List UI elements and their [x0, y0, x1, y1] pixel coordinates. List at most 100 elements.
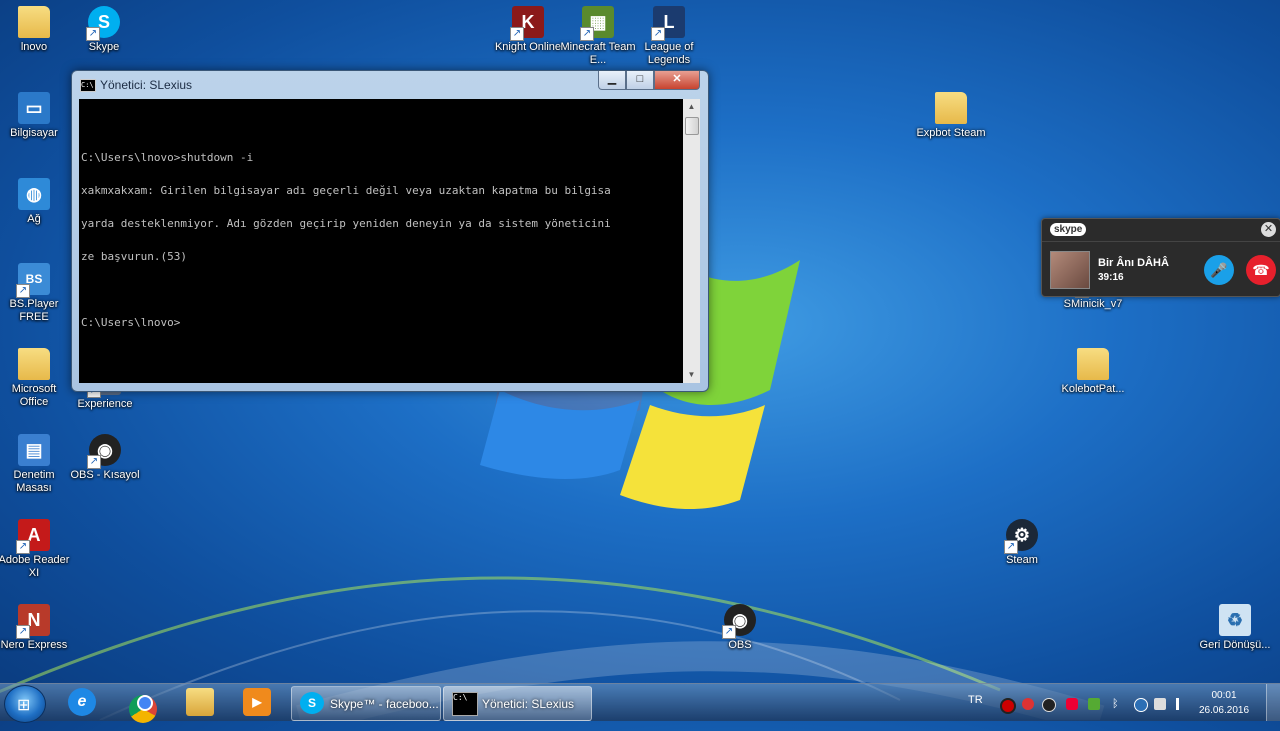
desktop-icon-nero[interactable]: NNero Express: [0, 604, 72, 652]
desktop-icon-label: Adobe Reader XI: [0, 554, 70, 579]
console-line: yarda desteklenmiyor. Adı gözden geçirip…: [81, 217, 611, 230]
desktop-icon-obs[interactable]: ◉OBS - Kısayol: [67, 434, 143, 482]
obs-icon: ◉: [87, 434, 121, 469]
cmd-window[interactable]: C:\ Yönetici: SLexius ▁ □ ✕ C:\Users\lno…: [71, 70, 709, 392]
desktop-icon-recycle[interactable]: ♻ Geri Dönüşü...: [1197, 604, 1273, 652]
signal-icon[interactable]: [1176, 698, 1191, 710]
scroll-thumb[interactable]: [685, 117, 699, 135]
desktop-icon-folder[interactable]: lnovo: [0, 6, 72, 54]
console-line: C:\Users\lnovo>: [81, 316, 181, 329]
tray-app-icon[interactable]: [1066, 698, 1078, 710]
desktop-icon-folder[interactable]: Microsoft Office: [0, 348, 72, 409]
desktop-icon-label: lnovo: [20, 41, 48, 53]
start-button[interactable]: ⊞: [4, 685, 46, 723]
skype-icon: S: [86, 6, 120, 41]
desktop-icon-bsplayer[interactable]: BSBS.Player FREE: [0, 263, 72, 324]
task-label: Skype™ - faceboo...: [330, 697, 439, 711]
maximize-button[interactable]: □: [626, 71, 654, 90]
desktop-icon-label: OBS - Kısayol: [70, 469, 140, 481]
task-skype[interactable]: S Skype™ - faceboo...: [291, 686, 441, 721]
explorer-button[interactable]: [176, 687, 224, 719]
folder-icon: [186, 688, 214, 716]
show-desktop-button[interactable]: [1266, 684, 1280, 721]
console-line: xakmxakxam: Girilen bilgisayar adı geçer…: [81, 184, 611, 197]
desktop-icon-skype[interactable]: SSkype: [66, 6, 142, 54]
nvidia-icon[interactable]: [1088, 698, 1100, 710]
network-icon: ◍: [18, 178, 50, 210]
contact-name: Bir Ânı DÂHÂ: [1098, 257, 1169, 269]
desktop-icon-folder[interactable]: KolebotPat...: [1055, 348, 1131, 396]
desktop-icon-label: Denetim Masası: [13, 469, 55, 494]
folder-icon: [18, 348, 50, 380]
scroll-up-icon[interactable]: ▲: [683, 99, 700, 115]
record-icon[interactable]: [1000, 698, 1016, 714]
scroll-down-icon[interactable]: ▼: [683, 367, 700, 383]
chrome-button[interactable]: [119, 687, 167, 723]
minimize-button[interactable]: ▁: [598, 71, 626, 90]
task-cmd[interactable]: C:\ Yönetici: SLexius: [443, 686, 592, 721]
media-player-button[interactable]: ▶: [233, 687, 281, 719]
desktop-icon-lol[interactable]: LLeague of Legends: [631, 6, 707, 67]
lol-icon: L: [651, 6, 685, 41]
call-duration: 39:16: [1098, 272, 1124, 283]
clock[interactable]: 00:01 26.06.2016: [1194, 688, 1254, 718]
windows-icon: ⊞: [17, 697, 31, 714]
desktop-icon-computer[interactable]: ▭ Bilgisayar: [0, 92, 72, 140]
desktop-icon-label: Ağ: [27, 213, 41, 225]
hang-up-button[interactable]: ☎: [1246, 255, 1276, 285]
avatar: [1050, 251, 1090, 289]
desktop-icon-adobe[interactable]: AAdobe Reader XI: [0, 519, 72, 580]
skype-call-widget[interactable]: skype ✕ Bir Ânı DÂHÂ 39:16 🎤 ☎: [1041, 218, 1280, 297]
skype-logo: skype: [1050, 223, 1087, 236]
desktop-icon-label: Bilgisayar: [10, 127, 58, 139]
desktop-icon-label: Steam: [1006, 554, 1038, 566]
close-icon[interactable]: ✕: [1261, 222, 1276, 237]
steam-tray-icon[interactable]: [1042, 698, 1056, 712]
language-indicator[interactable]: TR: [968, 694, 983, 731]
clock-date: 26.06.2016: [1198, 705, 1250, 716]
tray-app-icon[interactable]: [1134, 698, 1148, 712]
steam-icon: ⚙: [1004, 519, 1038, 554]
desktop-icon-label: OBS: [728, 639, 752, 651]
desktop-icon-obs[interactable]: ◉OBS: [702, 604, 778, 652]
desktop-icon-label: League of Legends: [644, 41, 694, 66]
task-label: Yönetici: SLexius: [482, 697, 575, 711]
close-button[interactable]: ✕: [654, 71, 700, 90]
obs-icon: ◉: [722, 604, 756, 639]
mute-microphone-button[interactable]: 🎤: [1204, 255, 1234, 285]
cmd-icon: C:\: [80, 79, 96, 92]
internet-explorer-button[interactable]: e: [58, 687, 106, 719]
computer-icon: ▭: [18, 92, 50, 124]
desktop-icon-folder[interactable]: Expbot Steam: [913, 92, 989, 140]
desktop-icon-label: Geri Dönüşü...: [1199, 639, 1271, 651]
cmd-icon: C:\: [452, 692, 478, 716]
desktop-icon-game[interactable]: KKnight Online: [490, 6, 566, 54]
desktop-icon-control-panel[interactable]: ▤ Denetim Masası: [0, 434, 72, 495]
console-line: C:\Users\lnovo>shutdown -i: [81, 151, 254, 164]
console-output[interactable]: C:\Users\lnovo>shutdown -i xakmxakxam: G…: [79, 99, 683, 383]
desktop-icon-network[interactable]: ◍ Ağ: [0, 178, 72, 226]
desktop-icon-label: KolebotPat...: [1061, 383, 1125, 395]
desktop-icon-label: Microsoft Office: [11, 383, 57, 408]
folder-icon: [18, 6, 50, 38]
phone-icon: ☎: [1252, 262, 1270, 278]
desktop-icon-steam[interactable]: ⚙Steam: [984, 519, 1060, 567]
bsplayer-icon: BS: [16, 263, 50, 298]
desktop-icon-label: Minecraft Team E...: [560, 41, 636, 66]
cmd-titlebar[interactable]: C:\ Yönetici: SLexius ▁ □ ✕: [72, 71, 708, 99]
adobe-icon: A: [16, 519, 50, 554]
desktop-icon-label: Experience: [77, 398, 133, 410]
desktop-icon-minecraft[interactable]: ▦Minecraft Team E...: [560, 6, 636, 67]
desktop-icon-label: Nero Express: [0, 639, 68, 651]
skype-icon: S: [300, 692, 324, 714]
desktop-icon-label: Expbot Steam: [916, 127, 986, 139]
minecraft-icon: ▦: [580, 6, 614, 41]
desktop-icon-label: Knight Online: [494, 41, 562, 53]
console-scrollbar[interactable]: ▲ ▼: [683, 99, 700, 383]
power-icon[interactable]: [1154, 698, 1166, 710]
tray-app-icon[interactable]: [1022, 698, 1034, 710]
internet-explorer-icon: e: [68, 688, 96, 716]
desktop-icon-label: SMinicik_v7: [1063, 298, 1123, 310]
bluetooth-icon[interactable]: ᛒ: [1112, 698, 1124, 710]
